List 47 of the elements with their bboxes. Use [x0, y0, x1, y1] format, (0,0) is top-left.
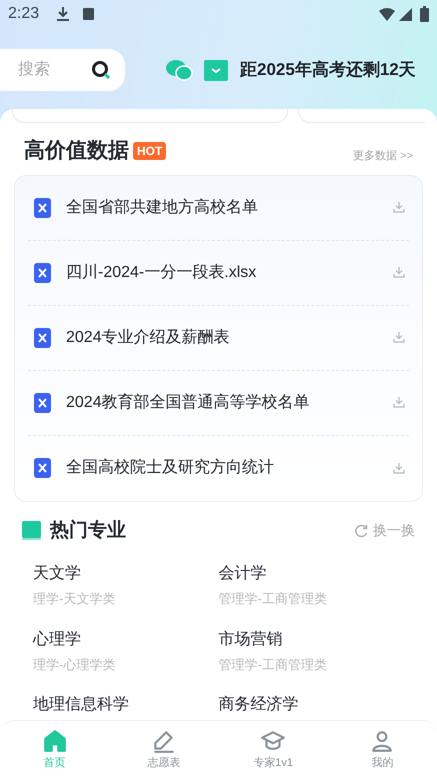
major-name[interactable]: 会计学	[218, 563, 404, 585]
download-icon[interactable]	[393, 397, 405, 408]
file-name: 2024教育部全国普通高等学校名单	[66, 392, 310, 412]
major-category: 管理学-工商管理类	[218, 590, 328, 608]
search-icon[interactable]	[91, 60, 111, 80]
major-name[interactable]: 市场营销	[218, 628, 404, 650]
book-icon	[22, 521, 41, 540]
download-icon	[57, 7, 70, 21]
wifi-icon	[379, 8, 395, 20]
major-name[interactable]: 地理信息科学	[33, 694, 218, 716]
file-name: 全国省部共建地方高校名单	[66, 198, 258, 218]
major-category: 理学-天文学类	[33, 590, 116, 608]
section-title: 高价值数据	[24, 138, 129, 164]
countdown-text: 距2025年高考还剩12天	[240, 59, 416, 82]
download-icon[interactable]	[393, 267, 405, 278]
major-name[interactable]: 心理学	[33, 628, 218, 650]
download-icon[interactable]	[393, 202, 405, 213]
major-category: 管理学-工商管理类	[218, 656, 328, 674]
home-icon	[42, 728, 68, 754]
major-name[interactable]: 商务经济学	[218, 694, 404, 716]
excel-file-icon	[34, 198, 51, 218]
status-time: 2:23	[8, 4, 40, 24]
file-row[interactable]: 2024专业介绍及薪酬表	[28, 306, 409, 370]
mail-icon[interactable]	[204, 60, 228, 80]
file-row[interactable]: 全国高校院士及研究方向统计	[28, 436, 409, 500]
excel-file-icon	[34, 328, 51, 348]
refresh-icon[interactable]	[354, 524, 368, 538]
excel-file-icon	[34, 458, 51, 478]
file-name: 全国高校院士及研究方向统计	[66, 458, 274, 478]
search-bar[interactable]: 搜索	[0, 49, 125, 91]
file-row[interactable]: 2024教育部全国普通高等学校名单	[28, 370, 409, 436]
excel-file-icon	[34, 392, 51, 412]
file-row[interactable]: 全国省部共建地方高校名单	[28, 176, 409, 240]
file-name: 2024专业介绍及薪酬表	[66, 328, 230, 348]
download-icon[interactable]	[393, 462, 405, 474]
file-name: 四川-2024-一分一段表.xlsx	[66, 262, 256, 282]
major-category: 理学-心理学类	[33, 656, 116, 674]
search-field[interactable]: 搜索	[18, 58, 78, 82]
battery-icon	[420, 6, 429, 22]
major-name[interactable]: 天文学	[33, 563, 218, 585]
file-row[interactable]: 四川-2024-一分一段表.xlsx	[28, 240, 409, 306]
signal-icon	[399, 8, 412, 20]
hot-badge: HOT	[133, 142, 166, 160]
download-icon[interactable]	[393, 332, 405, 343]
section-title: 热门专业	[50, 518, 126, 542]
excel-file-icon	[34, 262, 51, 282]
chat-icon[interactable]	[165, 58, 193, 82]
